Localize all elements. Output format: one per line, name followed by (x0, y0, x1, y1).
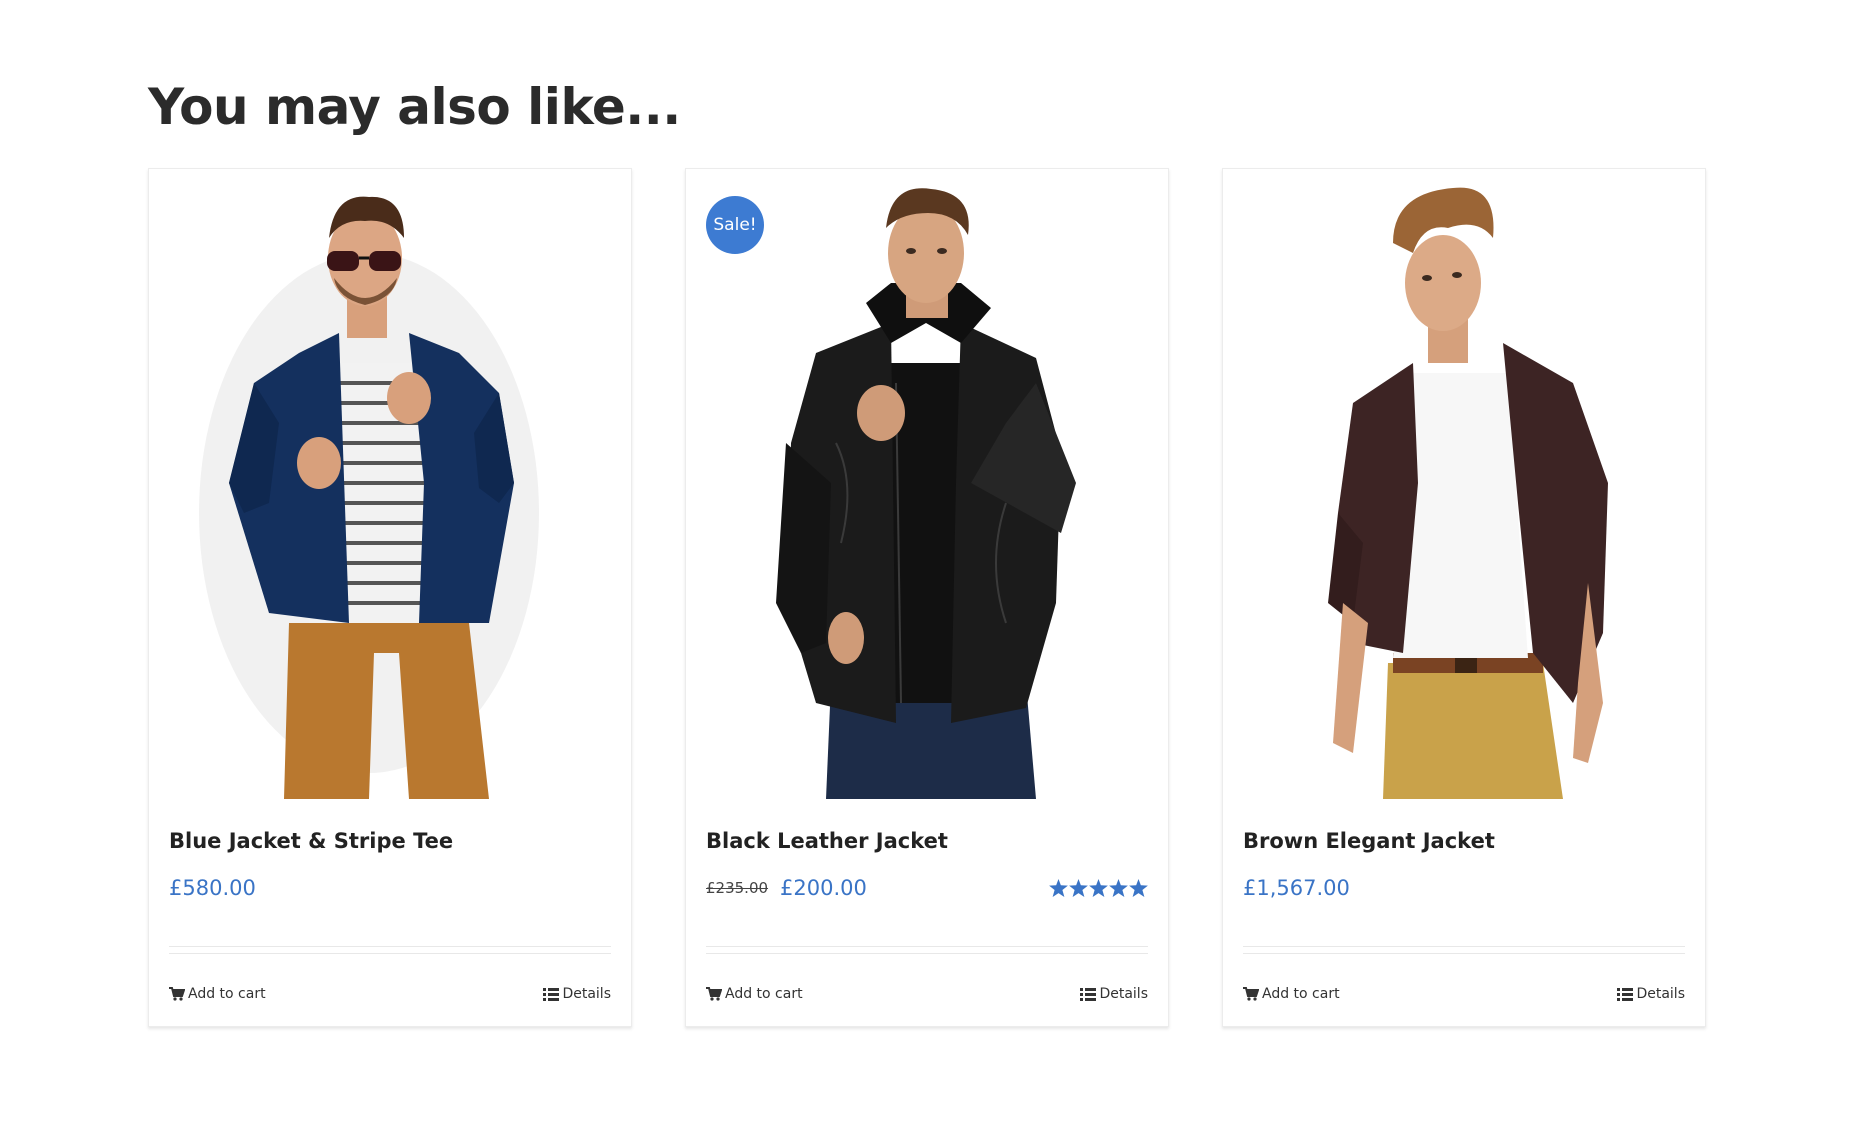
price-row: £1,567.00 (1243, 873, 1685, 903)
list-icon (1080, 987, 1097, 1001)
details-label: Details (562, 986, 611, 1002)
product-card: Blue Jacket & Stripe Tee £580.00 Add to … (148, 168, 632, 1027)
product-title[interactable]: Blue Jacket & Stripe Tee (169, 829, 611, 853)
product-price: £1,567.00 (1243, 876, 1350, 900)
card-actions: Add to cart Details (169, 986, 611, 1002)
star-rating (1049, 879, 1148, 897)
cart-icon (169, 987, 185, 1001)
add-to-cart-button[interactable]: Add to cart (169, 986, 266, 1002)
list-icon (1617, 987, 1634, 1001)
card-divider (1243, 946, 1685, 954)
sale-badge: Sale! (706, 196, 764, 254)
add-to-cart-label: Add to cart (725, 986, 803, 1002)
details-button[interactable]: Details (1617, 986, 1685, 1002)
product-info: Blue Jacket & Stripe Tee £580.00 (169, 829, 611, 900)
details-label: Details (1636, 986, 1685, 1002)
cart-icon (706, 987, 722, 1001)
product-image[interactable] (169, 183, 611, 799)
star-icon (1089, 879, 1108, 897)
old-price: £235.00 (706, 879, 769, 897)
product-info: Brown Elegant Jacket £1,567.00 (1243, 829, 1685, 900)
details-button[interactable]: Details (543, 986, 611, 1002)
section-title: You may also like... (148, 78, 681, 136)
add-to-cart-button[interactable]: Add to cart (706, 986, 803, 1002)
star-icon (1109, 879, 1128, 897)
product-title[interactable]: Brown Elegant Jacket (1243, 829, 1685, 853)
details-label: Details (1099, 986, 1148, 1002)
product-image[interactable] (706, 183, 1148, 799)
product-price: £580.00 (169, 876, 256, 900)
star-icon (1049, 879, 1068, 897)
card-actions: Add to cart Details (1243, 986, 1685, 1002)
price-row: £235.00 £200.00 (706, 873, 1148, 903)
product-price: £200.00 (780, 876, 867, 900)
product-card: Brown Elegant Jacket £1,567.00 Add to ca… (1222, 168, 1706, 1027)
product-grid: Blue Jacket & Stripe Tee £580.00 Add to … (148, 168, 1706, 1027)
price-row: £580.00 (169, 873, 611, 903)
star-icon (1069, 879, 1088, 897)
card-actions: Add to cart Details (706, 986, 1148, 1002)
card-divider (706, 946, 1148, 954)
list-icon (543, 987, 560, 1001)
card-divider (169, 946, 611, 954)
add-to-cart-button[interactable]: Add to cart (1243, 986, 1340, 1002)
product-image[interactable] (1243, 183, 1685, 799)
product-card: Sale! Black Leather Jacket £235.00 £200.… (685, 168, 1169, 1027)
cart-icon (1243, 987, 1259, 1001)
product-title[interactable]: Black Leather Jacket (706, 829, 1148, 853)
product-info: Black Leather Jacket £235.00 £200.00 (706, 829, 1148, 900)
add-to-cart-label: Add to cart (188, 986, 266, 1002)
star-icon (1129, 879, 1148, 897)
add-to-cart-label: Add to cart (1262, 986, 1340, 1002)
details-button[interactable]: Details (1080, 986, 1148, 1002)
